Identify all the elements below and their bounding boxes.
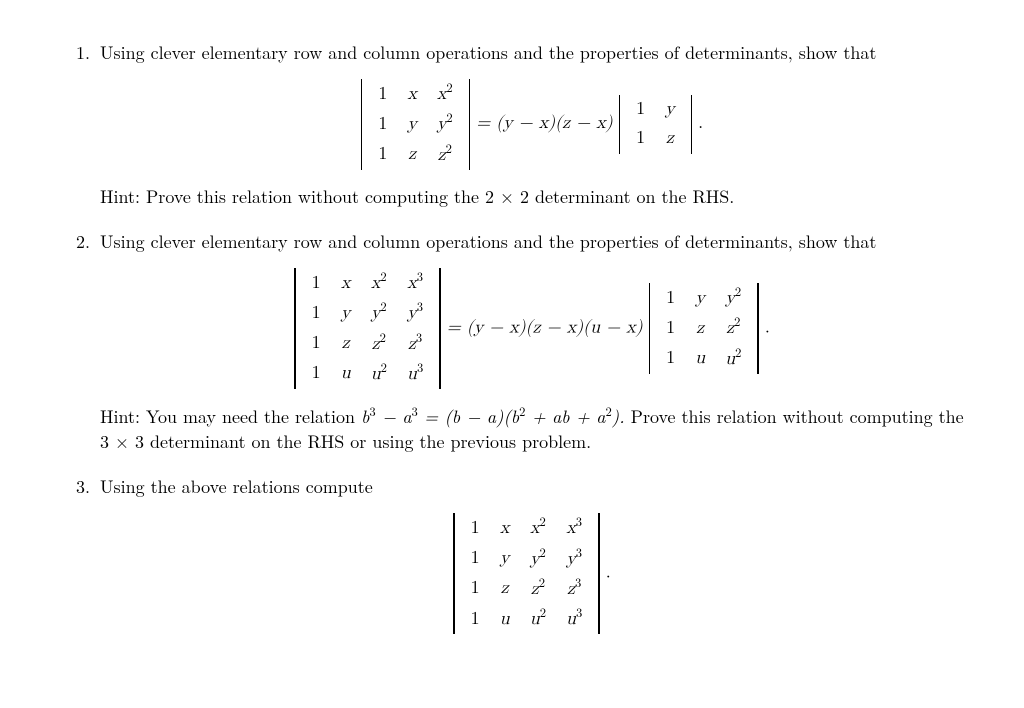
determinant-4x4-final: 1xx2x3 1yy2y3 1zz2z3 1uu2u3 [453, 513, 600, 634]
equation-2: 1xx2x3 1yy2y3 1zz2z3 1uu2u3 = (y − x)(z … [100, 268, 964, 389]
hint-label: Hint: [100, 184, 140, 209]
problem-number: 2. [60, 229, 100, 454]
determinant-3x3b: 1yy2 1zz2 1uu2 [649, 283, 759, 374]
equation-mid: = (y − x)(z − x) [476, 114, 618, 132]
problem-2: 2. Using clever elementary row and colum… [60, 229, 964, 454]
problem-body: Using the above relations compute 1xx2x3… [100, 474, 964, 648]
hint-1: Hint: Prove this relation without comput… [100, 184, 964, 209]
equation-3: 1xx2x3 1yy2y3 1zz2z3 1uu2u3 . [100, 513, 964, 634]
determinant-4x4: 1xx2x3 1yy2y3 1zz2z3 1uu2u3 [294, 268, 441, 389]
determinant-2x2: 1y 1z [619, 95, 693, 153]
determinant-3x3: 1xx2 1yy2 1zz2 [361, 79, 470, 170]
problem-intro: Using clever elementary row and column o… [100, 229, 964, 254]
hint-math: b3 − a3 = (b − a)(b2 + ab + a2). [361, 404, 625, 429]
equation-period: . [698, 114, 703, 132]
problem-intro: Using the above relations compute [100, 474, 964, 499]
equation-mid: = (y − x)(z − x)(u − x) [447, 318, 649, 336]
hint-label: Hint: [100, 404, 140, 429]
problem-body: Using clever elementary row and column o… [100, 229, 964, 454]
equation-period: . [606, 564, 611, 582]
problem-1: 1. Using clever elementary row and colum… [60, 40, 964, 209]
equation-period: . [765, 318, 770, 336]
equation-1: 1xx2 1yy2 1zz2 = (y − x)(z − x) 1y 1z . [100, 79, 964, 170]
problem-3: 3. Using the above relations compute 1xx… [60, 474, 964, 648]
hint-text: Prove this relation without computing th… [146, 184, 734, 209]
hint-2: Hint: You may need the relation b3 − a3 … [100, 403, 964, 454]
problem-number: 1. [60, 40, 100, 209]
hint-text-a: You may need the relation [146, 404, 361, 429]
problem-intro: Using clever elementary row and column o… [100, 40, 964, 65]
problem-number: 3. [60, 474, 100, 648]
problem-body: Using clever elementary row and column o… [100, 40, 964, 209]
